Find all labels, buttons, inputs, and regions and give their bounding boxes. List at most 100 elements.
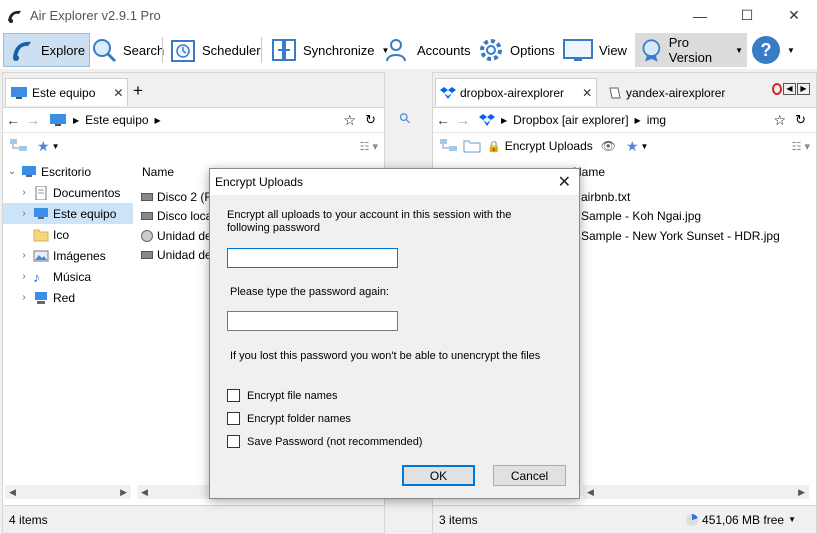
tab-este-equipo[interactable]: Este equipo ✕ <box>5 78 129 106</box>
forward-arrow-icon[interactable]: → <box>23 112 43 128</box>
right-address-bar: ← → ▶ Dropbox [air explorer] ▶ img ☆ ↻ <box>433 107 816 133</box>
explore-button[interactable]: Explore <box>3 33 91 67</box>
list-item[interactable]: Disco 2 (F: <box>141 187 215 207</box>
encrypt-file-names-checkbox[interactable]: Encrypt file names <box>227 389 337 402</box>
tree-item-documentos[interactable]: › Documentos <box>3 182 133 203</box>
tree-item-escritorio[interactable]: ⌄ Escritorio <box>3 161 133 182</box>
scroll-left-icon[interactable]: ◀ <box>9 487 16 498</box>
search-button[interactable]: Search <box>86 33 168 67</box>
scroll-tabs-left-icon[interactable]: ◀ <box>783 83 796 95</box>
maximize-button[interactable]: ☐ <box>724 0 770 31</box>
forward-arrow-icon[interactable]: → <box>453 112 473 128</box>
file-name: Disco 2 (F: <box>157 189 216 204</box>
tree-horizontal-scrollbar[interactable]: ◀ ▶ <box>5 485 131 499</box>
scroll-left-icon[interactable]: ◀ <box>141 487 148 498</box>
add-tab-button[interactable]: + <box>133 81 143 101</box>
tree-item-imagenes[interactable]: › Imágenes <box>3 245 133 266</box>
view-options-icon[interactable]: ☷ ▾ <box>360 140 378 153</box>
options-button[interactable]: Options <box>473 33 559 67</box>
chevron-right-icon[interactable]: › <box>15 187 33 198</box>
scroll-left-icon[interactable]: ◀ <box>587 487 594 498</box>
minimize-button[interactable]: — <box>677 0 723 31</box>
checkbox-box[interactable] <box>227 389 240 402</box>
star-icon[interactable]: ☆ <box>773 112 786 129</box>
tree-item-red[interactable]: › Red <box>3 287 133 308</box>
file-name: Unidad de <box>157 228 212 243</box>
tree-item-este-equipo[interactable]: › Este equipo <box>3 203 133 224</box>
scroll-right-icon[interactable]: ▶ <box>120 487 127 498</box>
list-item[interactable]: Unidad de <box>141 226 215 246</box>
breadcrumb-item[interactable]: Este equipo <box>85 113 148 127</box>
back-arrow-icon[interactable]: ← <box>3 112 23 128</box>
password-input[interactable] <box>227 248 398 268</box>
save-password-checkbox[interactable]: Save Password (not recommended) <box>227 435 422 448</box>
accounts-button[interactable]: Accounts <box>380 33 474 67</box>
checkbox-label: Encrypt folder names <box>247 412 351 425</box>
lock-icon: 🔒 <box>487 140 501 153</box>
tree-item-label: Imágenes <box>53 248 106 263</box>
list-item[interactable]: Disco loca <box>141 207 215 227</box>
chevron-right-icon[interactable]: › <box>15 250 33 261</box>
tree-view-icon[interactable] <box>9 138 29 154</box>
refresh-icon[interactable]: ↻ <box>795 112 806 128</box>
chevron-right-icon[interactable]: › <box>15 292 33 303</box>
list-item[interactable]: Sample - New York Sunset - HDR.jpg <box>581 226 780 246</box>
refresh-icon[interactable]: ↻ <box>365 112 376 128</box>
synchronize-button[interactable]: Synchronize ▼ <box>266 33 393 67</box>
tab-yandex-airexplorer[interactable]: yandex-airexplorer <box>603 78 731 106</box>
folder-view-icon[interactable] <box>463 138 481 154</box>
preview-icon[interactable]: 👁 <box>601 139 616 153</box>
scheduler-icon <box>171 40 195 62</box>
status-count: 4 items <box>9 512 48 527</box>
checkbox-box[interactable] <box>227 412 240 425</box>
chevron-right-icon[interactable]: › <box>15 208 33 219</box>
encrypt-uploads-dialog: Encrypt Uploads ✕ Encrypt all uploads to… <box>209 168 580 499</box>
optical-drive-icon <box>141 229 153 242</box>
toolbar-separator <box>261 37 262 63</box>
close-window-button[interactable]: ✕ <box>771 0 817 31</box>
help-button[interactable]: ? ▼ <box>748 33 799 67</box>
tree-item-musica[interactable]: › ♪ Música <box>3 266 133 287</box>
list-horizontal-scrollbar[interactable]: ◀▶ <box>583 485 809 499</box>
left-status-bar: 4 items <box>3 505 384 533</box>
link-panels-icon[interactable]: ⚲ <box>395 109 414 128</box>
tab-dropbox-airexplorer[interactable]: dropbox-airexplorer ✕ <box>435 78 598 106</box>
close-dialog-button[interactable]: ✕ <box>558 172 571 192</box>
retype-password-input[interactable] <box>227 311 398 331</box>
chevron-down-icon[interactable]: ▼ <box>52 142 60 151</box>
ok-button[interactable]: OK <box>402 465 475 486</box>
tree-item-ico[interactable]: Ico <box>3 224 133 245</box>
chevron-down-icon[interactable]: ▼ <box>641 142 649 151</box>
view-options-icon[interactable]: ☷ ▾ <box>792 140 810 153</box>
breadcrumb: ▶ Dropbox [air explorer] ▶ img <box>479 113 666 127</box>
list-item[interactable]: Sample - Koh Ngai.jpg <box>581 207 780 227</box>
view-label: View <box>599 42 627 58</box>
view-button[interactable]: View ▼ <box>558 33 646 67</box>
encrypt-folder-names-checkbox[interactable]: Encrypt folder names <box>227 412 351 425</box>
favorites-star-icon[interactable]: ★ <box>37 138 50 155</box>
list-item[interactable]: Unidad de <box>141 246 215 266</box>
scroll-right-icon[interactable]: ▶ <box>798 487 805 498</box>
cancel-button[interactable]: Cancel <box>493 465 566 486</box>
close-icon[interactable]: ✕ <box>582 86 592 100</box>
back-arrow-icon[interactable]: ← <box>433 112 453 128</box>
close-icon[interactable]: ✕ <box>113 86 123 100</box>
breadcrumb-item[interactable]: Dropbox [air explorer] <box>513 113 628 127</box>
favorites-star-icon[interactable]: ★ <box>626 138 639 155</box>
tree-view-icon[interactable] <box>439 138 459 154</box>
left-tab-bar: Este equipo ✕ + <box>3 73 384 107</box>
warning-text: If you lost this password you won't be a… <box>230 350 541 362</box>
free-space-indicator[interactable]: 451,06 MB free ▼ <box>686 513 796 527</box>
pro-version-button[interactable]: Pro Version ▼ <box>635 33 747 67</box>
star-icon[interactable]: ☆ <box>343 112 356 129</box>
checkbox-box[interactable] <box>227 435 240 448</box>
encrypt-uploads-button[interactable]: 🔒 Encrypt Uploads <box>487 139 593 153</box>
breadcrumb-item[interactable]: img <box>647 113 666 127</box>
scheduler-button[interactable]: Scheduler <box>165 33 265 67</box>
chevron-down-icon[interactable]: ⌄ <box>3 166 21 177</box>
list-item[interactable]: airbnb.txt <box>581 187 780 207</box>
column-header-name[interactable]: Name <box>142 165 174 179</box>
scroll-tabs-right-icon[interactable]: ▶ <box>797 83 810 95</box>
chevron-right-icon[interactable]: › <box>15 271 33 282</box>
chevron-right-icon[interactable]: ▶ <box>155 116 161 125</box>
